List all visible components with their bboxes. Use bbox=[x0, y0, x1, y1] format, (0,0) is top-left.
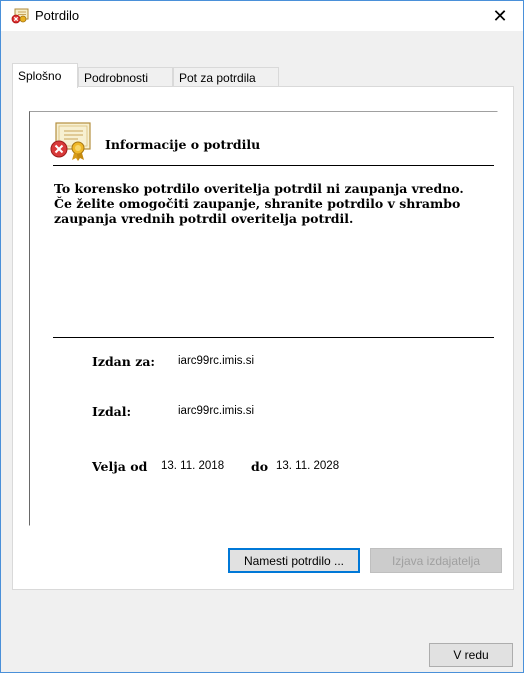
close-button[interactable]: ✕ bbox=[477, 1, 523, 31]
title-bar[interactable]: Potrdilo ✕ bbox=[1, 1, 523, 31]
certificate-icon bbox=[11, 8, 29, 24]
valid-from-value: 13. 11. 2018 bbox=[161, 460, 225, 472]
install-certificate-button[interactable]: Namesti potrdilo ... bbox=[228, 548, 360, 573]
issued-to-label: Izdan za: bbox=[92, 354, 156, 369]
issuer-statement-button[interactable]: Izjava izdajatelja bbox=[370, 548, 502, 573]
certificate-error-icon bbox=[50, 122, 91, 161]
divider-top bbox=[53, 165, 494, 166]
issued-by-label: Izdal: bbox=[92, 404, 132, 419]
certificate-dialog: Potrdilo ✕ Splošno Podrobnosti Pot za po… bbox=[0, 0, 524, 673]
certificate-info-title: Informacije o potrdilu bbox=[105, 137, 261, 152]
issued-by-value: iarc99rc.imis.si bbox=[178, 405, 255, 417]
ok-button[interactable]: V redu bbox=[429, 643, 513, 667]
tab-certification-path[interactable]: Pot za potrdila bbox=[173, 67, 279, 87]
window-title: Potrdilo bbox=[35, 8, 80, 23]
valid-to-value: 13. 11. 2028 bbox=[276, 460, 340, 472]
valid-to-label: do bbox=[251, 459, 269, 474]
close-icon: ✕ bbox=[492, 5, 508, 26]
untrusted-root-warning: To korensko potrdilo overitelja potrdil … bbox=[54, 181, 464, 226]
issued-to-value: iarc99rc.imis.si bbox=[178, 355, 255, 367]
tab-details[interactable]: Podrobnosti bbox=[78, 67, 173, 87]
valid-from-label: Velja od bbox=[92, 459, 148, 474]
tab-general[interactable]: Splošno bbox=[12, 63, 78, 88]
divider-bottom bbox=[53, 337, 494, 338]
